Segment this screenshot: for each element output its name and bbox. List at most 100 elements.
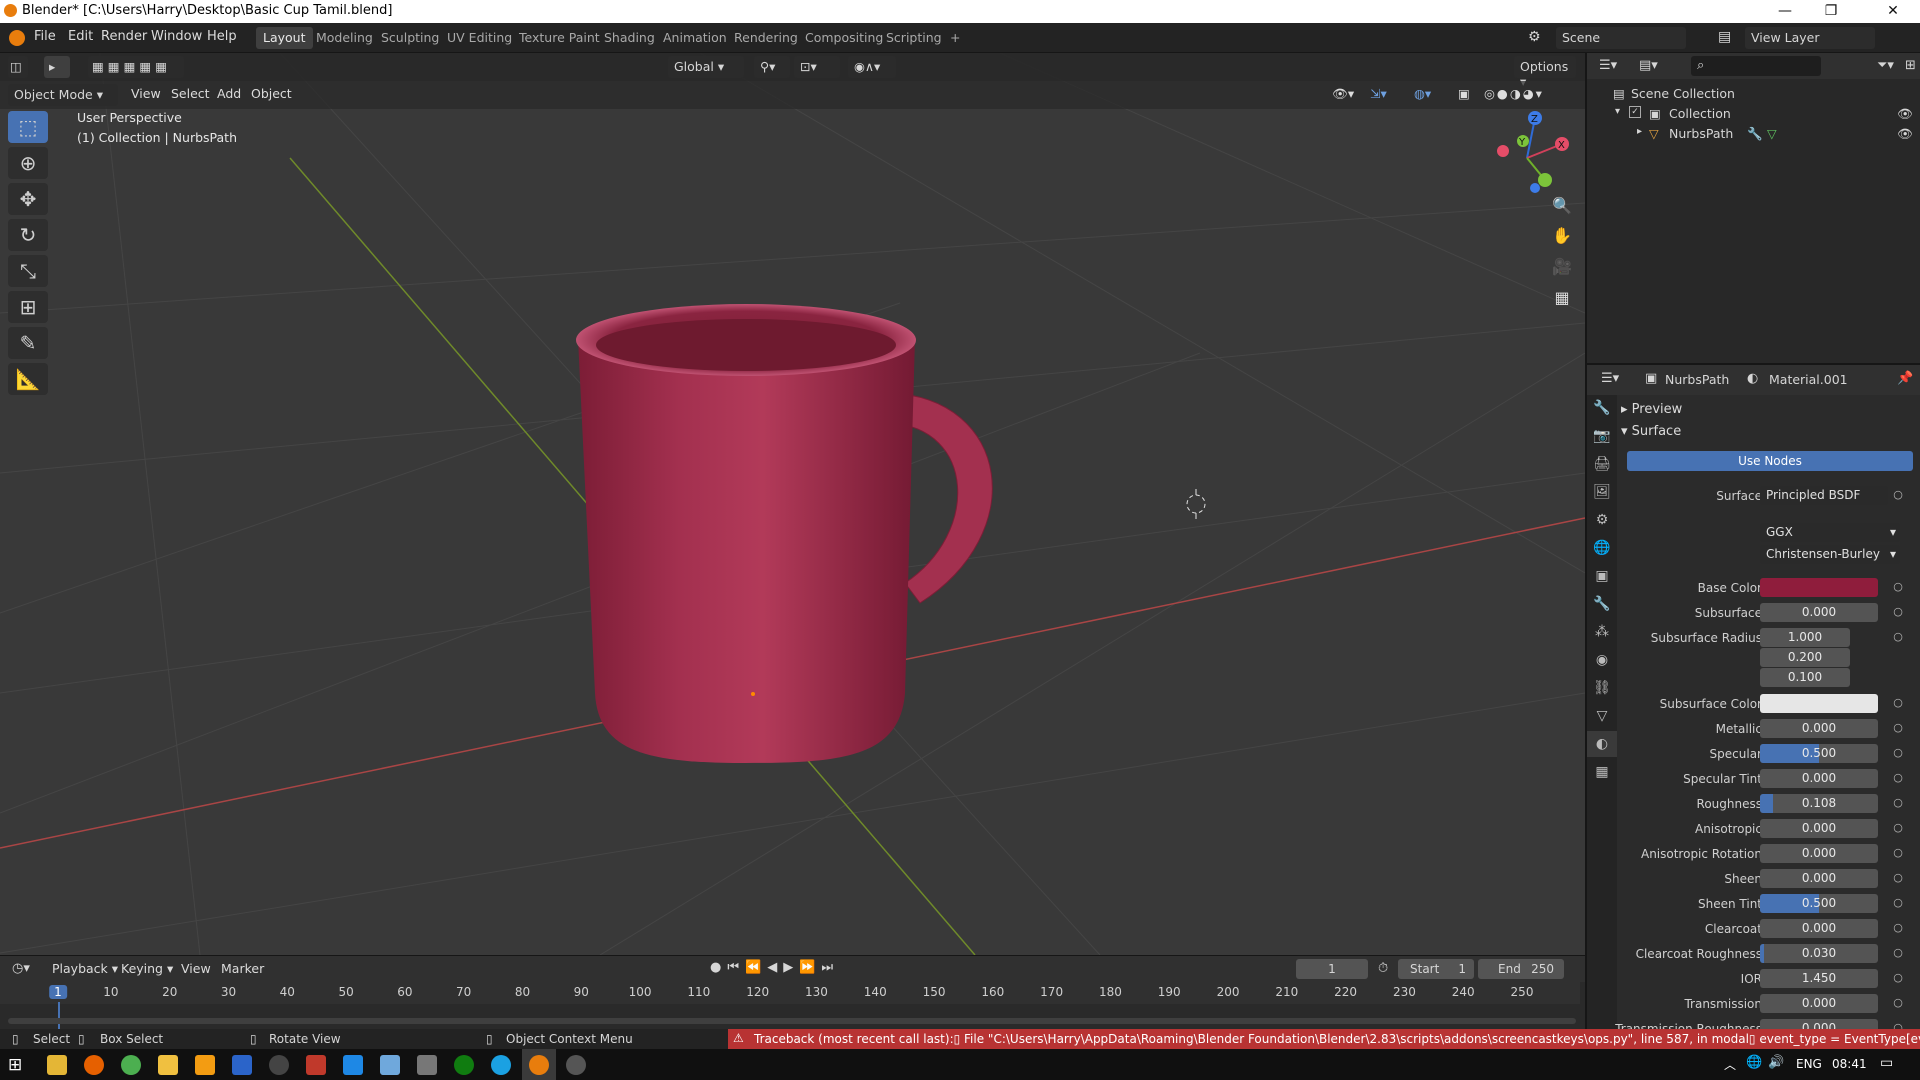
exclude-checkbox[interactable]: ✓ [1629, 106, 1641, 118]
network-icon[interactable]: 🌐 [1746, 1055, 1762, 1070]
link-socket-icon[interactable]: ○ [1892, 947, 1904, 959]
viewport-menu-select[interactable]: Select [171, 86, 210, 101]
new-collection-icon[interactable]: ⊞ [1905, 58, 1916, 73]
tab-compositing[interactable]: Compositing [798, 27, 890, 49]
filter-icon[interactable]: ⏷▾ [1877, 58, 1894, 73]
value-slider[interactable]: 0.000 [1760, 869, 1878, 888]
transform-orientation-dropdown[interactable]: Global ▾ [668, 56, 744, 78]
menu-edit[interactable]: Edit [68, 29, 93, 44]
navigation-gizmo[interactable]: Z X Y [1490, 108, 1570, 193]
zoom-icon[interactable]: 🔍 [1548, 192, 1576, 220]
visibility-eye-icon[interactable]: 👁 [1897, 106, 1913, 122]
select-mode-icon[interactable]: ▸ [44, 56, 70, 78]
view-layer-icon[interactable]: ▤ [1718, 29, 1731, 45]
app-m-icon[interactable] [306, 1055, 326, 1075]
frame-ruler[interactable]: 1 10 20 30 40 50 60 70 80 90 100 110 120 130 140 150 160… [0, 982, 1580, 1030]
viewport-menu-view[interactable]: View [131, 86, 161, 101]
menu-file[interactable]: File [34, 29, 56, 44]
link-socket-icon[interactable]: ○ [1892, 722, 1904, 734]
pan-hand-icon[interactable]: ✋ [1548, 222, 1576, 250]
subsurface-color-swatch[interactable] [1760, 694, 1878, 713]
curve-data-icon[interactable]: ▽ [1767, 126, 1777, 141]
camera-view-icon[interactable]: 🎥 [1548, 253, 1576, 281]
link-socket-icon[interactable]: ○ [1892, 631, 1904, 643]
value-slider[interactable]: 0.000 [1760, 994, 1878, 1013]
timeline-scrollbar[interactable] [8, 1018, 1576, 1024]
snap-icon[interactable]: ⊡▾ [794, 56, 840, 78]
tab-modeling[interactable]: Modeling [309, 27, 380, 49]
value-slider[interactable]: 0.108 [1760, 794, 1878, 813]
mug-object[interactable] [576, 304, 993, 763]
tab-uv-editing[interactable]: UV Editing [440, 27, 519, 49]
display-mode-icon[interactable]: ▤▾ [1639, 58, 1658, 73]
unreal-icon[interactable] [269, 1055, 289, 1075]
value-slider[interactable]: 1.000 [1760, 628, 1850, 647]
select-box-tool-icon[interactable]: ⬚ [8, 111, 48, 143]
menu-render[interactable]: Render [101, 29, 147, 44]
value-slider[interactable]: 0.000 [1760, 819, 1878, 838]
calculator-icon[interactable] [417, 1055, 437, 1075]
tab-shading[interactable]: Shading [597, 27, 662, 49]
value-slider[interactable]: 0.000 [1760, 603, 1878, 622]
link-socket-icon[interactable]: ○ [1892, 872, 1904, 884]
end-frame-field[interactable]: End 250 [1478, 959, 1564, 979]
obs-icon[interactable] [566, 1055, 586, 1075]
rotate-tool-icon[interactable]: ↻ [8, 219, 48, 251]
link-socket-icon[interactable]: ○ [1892, 922, 1904, 934]
outliner-row-nurbspath[interactable]: ▸ ▽ NurbsPath 🔧 ▽ 👁 [1587, 123, 1920, 143]
link-socket-icon[interactable]: ○ [1892, 997, 1904, 1009]
link-socket-icon[interactable]: ○ [1892, 822, 1904, 834]
output-tab-icon[interactable]: 🖨 [1587, 451, 1617, 477]
annotate-tool-icon[interactable]: ✎ [8, 327, 48, 359]
modifier-wrench-icon[interactable]: 🔧 [1747, 126, 1763, 142]
start-frame-field[interactable]: Start 1 [1398, 959, 1474, 979]
scene-selector[interactable]: Scene [1556, 27, 1686, 49]
overlay-toggle-icon[interactable]: ◍▾ [1414, 86, 1431, 101]
material-tab-icon[interactable]: ◐ [1587, 731, 1617, 757]
tab-sculpting[interactable]: Sculpting [374, 27, 446, 49]
timeline-menu-playback[interactable]: Playback ▾ [52, 961, 118, 976]
tool-tab-icon[interactable]: 🔧 [1587, 395, 1617, 421]
minimize-button[interactable]: — [1762, 0, 1808, 23]
subsurface-method-dropdown[interactable]: Christensen-Burley ▾ [1760, 545, 1900, 564]
value-slider[interactable]: 0.000 [1760, 769, 1878, 788]
blender-taskbar-icon[interactable] [529, 1055, 549, 1075]
outliner-editor-icon[interactable]: ☰▾ [1599, 58, 1617, 73]
data-tab-icon[interactable]: ▽ [1587, 703, 1617, 729]
particles-tab-icon[interactable]: ⁂ [1587, 619, 1617, 645]
expand-arrow-icon[interactable]: ▾ [1615, 106, 1620, 117]
link-socket-icon[interactable]: ○ [1892, 797, 1904, 809]
xray-icon[interactable]: ▣ [1458, 86, 1470, 101]
value-slider[interactable]: 0.000 [1760, 919, 1878, 938]
language-indicator[interactable]: ENG [1796, 1057, 1822, 1071]
sticky-app-icon[interactable] [158, 1055, 178, 1075]
close-button[interactable]: ✕ [1870, 0, 1916, 23]
selection-mode-buttons[interactable]: ▦▦▦▦▦ [88, 56, 184, 78]
use-nodes-button[interactable]: Use Nodes [1627, 451, 1913, 471]
pivot-icon[interactable]: ⚲▾ [754, 56, 790, 78]
measure-tool-icon[interactable]: 📐 [8, 363, 48, 395]
modifier-tab-icon[interactable]: 🔧 [1587, 591, 1617, 617]
object-mode-dropdown[interactable]: Object Mode ▾ [8, 84, 118, 106]
chrome-icon[interactable] [121, 1055, 141, 1075]
scene-tab-icon[interactable]: ⚙ [1587, 507, 1617, 533]
value-slider[interactable]: 0.000 [1760, 719, 1878, 738]
transform-tool-icon[interactable]: ⊞ [8, 291, 48, 323]
properties-editor-icon[interactable]: ☰▾ [1601, 371, 1619, 386]
ortho-toggle-icon[interactable]: ▦ [1548, 284, 1576, 312]
star-app-icon[interactable] [195, 1055, 215, 1075]
gizmo-toggle-icon[interactable]: ⇲▾ [1370, 86, 1387, 101]
value-slider[interactable]: 0.500 [1760, 744, 1878, 763]
move-tool-icon[interactable]: ✥ [8, 183, 48, 215]
link-socket-icon[interactable]: ○ [1892, 972, 1904, 984]
link-socket-icon[interactable]: ○ [1892, 606, 1904, 618]
options-dropdown[interactable]: Options ▾ [1514, 56, 1576, 89]
world-tab-icon[interactable]: 🌐 [1587, 535, 1617, 561]
cursor-tool-icon[interactable]: ⊕ [8, 147, 48, 179]
tab-rendering[interactable]: Rendering [727, 27, 805, 49]
link-socket-icon[interactable]: ○ [1892, 772, 1904, 784]
preview-panel-header[interactable]: ▸ Preview [1621, 399, 1919, 421]
surface-shader-selector[interactable]: Principled BSDF [1760, 486, 1888, 505]
playback-controls[interactable]: ●⏮⏪◀▶⏩⏭ [710, 960, 839, 975]
viewport-menu-add[interactable]: Add [217, 86, 241, 101]
